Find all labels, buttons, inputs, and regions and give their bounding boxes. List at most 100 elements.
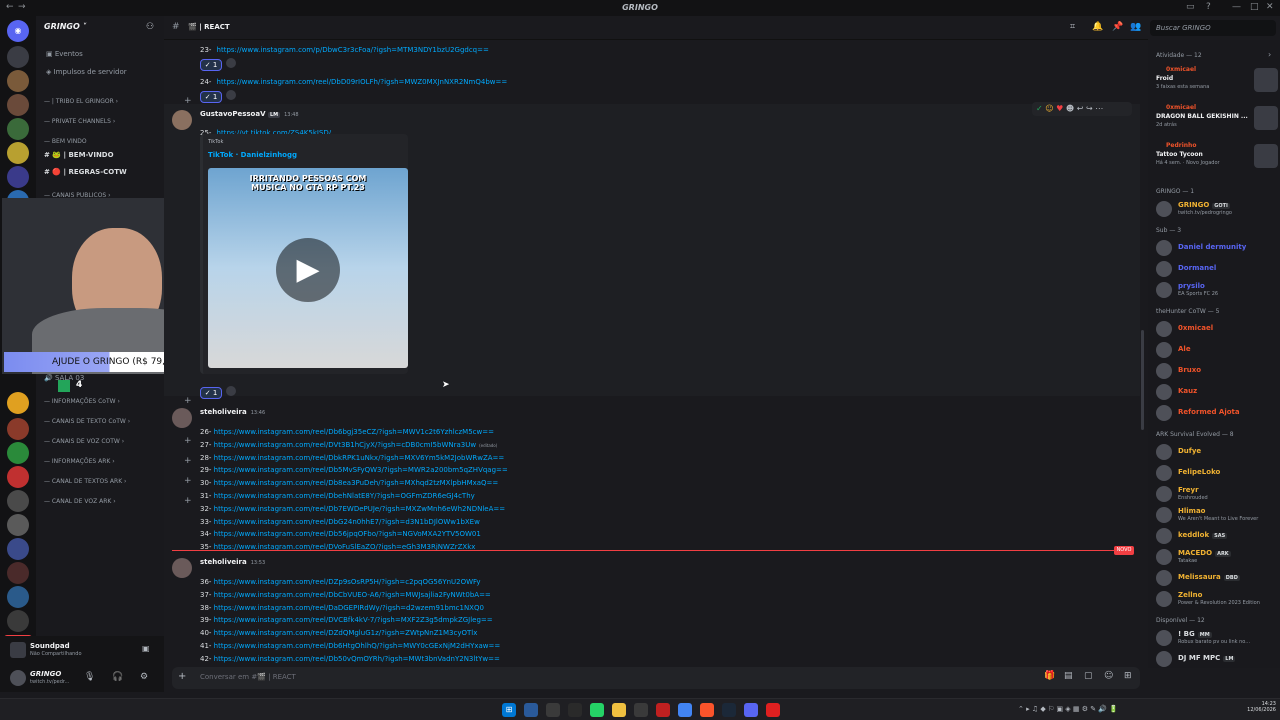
member-row[interactable]: Dufye (1156, 443, 1280, 461)
inbox-icon[interactable]: ▭ (1186, 2, 1195, 12)
avatar[interactable] (172, 558, 192, 578)
system-tray[interactable]: ⌃ ▸ ♫ ◆ ⚐ ▣ ◈ ▦ ⚙ ✎ 🔊 🔋 (1018, 705, 1118, 713)
apps-icon[interactable]: ⊞ (1124, 671, 1132, 681)
app-icon[interactable] (568, 703, 582, 717)
avatar[interactable] (172, 408, 192, 428)
gift-icon[interactable]: 🎁 (1044, 671, 1055, 681)
discord-icon[interactable] (744, 703, 758, 717)
help-icon[interactable]: ? (1206, 2, 1211, 12)
sidebar-item-impulsos[interactable]: ◈ Impulsos de servidor (46, 68, 127, 76)
member-row[interactable]: DJ MF MPC LM (1156, 650, 1280, 668)
member-list-icon[interactable]: 👥 (1130, 22, 1141, 32)
server-icon[interactable] (7, 610, 29, 632)
settings-gear-icon[interactable]: ⚙ (140, 672, 148, 682)
server-icon[interactable] (7, 538, 29, 560)
gif-icon[interactable]: ▤ (1064, 671, 1073, 681)
react-check-icon[interactable]: ✓ (1036, 104, 1043, 113)
chrome-icon[interactable] (678, 703, 692, 717)
message-author[interactable]: steholiveira 13:46 (200, 408, 265, 416)
message-author[interactable]: GustavoPessoaV LM 13:48 (200, 110, 299, 118)
app-icon[interactable] (634, 703, 648, 717)
reaction-check[interactable]: ✓ 1 (200, 91, 222, 103)
emoji-icon[interactable]: ☺ (1104, 671, 1113, 681)
app-icon[interactable] (766, 703, 780, 717)
server-icon[interactable] (7, 562, 29, 584)
app-icon[interactable] (546, 703, 560, 717)
member-row[interactable]: MACEDO ARK Tatakae (1156, 548, 1280, 566)
app-icon[interactable] (524, 703, 538, 717)
brave-icon[interactable] (700, 703, 714, 717)
add-reaction-icon[interactable] (226, 57, 236, 68)
search-input[interactable]: Buscar GRINGO (1150, 20, 1276, 36)
category-private[interactable]: — PRIVATE CHANNELS › (44, 118, 115, 125)
threads-icon[interactable]: ⌗ (1070, 22, 1075, 32)
member-row[interactable]: Daniel dermunity (1156, 239, 1280, 257)
scrollbar[interactable] (1141, 330, 1144, 430)
member-row[interactable]: prysilo EA Sports FC 26 (1156, 281, 1280, 299)
reaction-check[interactable]: ✓ 1 (200, 387, 222, 399)
member-row[interactable]: Hlimao We Aren't Meant to Live Forever (1156, 506, 1280, 524)
member-row[interactable]: Melissaura DBD (1156, 569, 1280, 587)
discord-home-icon[interactable]: ◉ (7, 20, 29, 42)
server-icon[interactable] (7, 514, 29, 536)
message-author[interactable]: steholiveira 13:53 (200, 558, 265, 566)
attach-plus-icon[interactable]: + (178, 671, 186, 682)
server-icon[interactable] (7, 166, 29, 188)
message-link[interactable]: https://www.instagram.com/reel/DbD09rIOL… (217, 78, 508, 86)
steam-icon[interactable] (722, 703, 736, 717)
embed-thumbnail[interactable]: IRRITANDO PESSOAS COM MUSICA NO GTA RP P… (208, 168, 408, 368)
server-icon[interactable] (7, 392, 29, 414)
member-row[interactable]: Dormanel (1156, 260, 1280, 278)
clock[interactable]: 14:23 12/06/2026 (1232, 701, 1276, 713)
activity-card[interactable]: Pedrinho Tattoo Tycoon Há 4 sem. · Novo Jo… (1156, 142, 1280, 176)
sidebar-item-eventos[interactable]: ▣ Eventos (46, 50, 83, 58)
channel-bem-vindo[interactable]: # 🐸 | BEM-VINDO (44, 151, 114, 159)
headphones-icon[interactable]: 🎧 (112, 672, 123, 682)
sticker-icon[interactable]: ▢ (1084, 671, 1093, 681)
message-link[interactable]: https://www.instagram.com/reel/Db50vQmOY… (214, 655, 500, 663)
member-row[interactable]: keddlok SAS (1156, 527, 1280, 545)
category-tribo[interactable]: — | TRIBO EL GRINGOR › (44, 98, 118, 105)
member-row[interactable]: Ale (1156, 341, 1280, 359)
folder-icon[interactable] (612, 703, 626, 717)
category-texto-ark[interactable]: — CANAL DE TEXTOS ARK › (44, 478, 126, 485)
message-input[interactable]: Conversar em #🎬 | REACT (200, 673, 296, 681)
category-voz-ark[interactable]: — CANAL DE VOZ ARK › (44, 498, 116, 505)
play-icon[interactable]: ▶ (276, 238, 340, 302)
member-row[interactable]: 0xmicael (1156, 320, 1280, 338)
forward-message-icon[interactable]: ↪ (1086, 104, 1093, 113)
activity-card[interactable]: 0xmicael Froid 3 faixas esta semana (1156, 66, 1280, 100)
notification-bell-icon[interactable]: 🔔 (1092, 22, 1103, 32)
more-icon[interactable]: ⋯ (1095, 104, 1103, 113)
message-link[interactable]: https://www.instagram.com/p/DbwC3r3cFoa/… (217, 46, 489, 54)
member-row[interactable]: GRINGO GOTI twitch.tv/pedrogringo (1156, 200, 1280, 218)
member-row[interactable]: Freyr Enshrouded (1156, 485, 1280, 503)
minimize-icon[interactable]: — (1232, 2, 1241, 12)
member-row[interactable]: Kauz (1156, 383, 1280, 401)
server-icon[interactable] (7, 490, 29, 512)
server-icon[interactable] (7, 142, 29, 164)
add-reaction-icon[interactable] (226, 89, 236, 100)
add-member-icon[interactable]: ⚇ (146, 22, 154, 32)
category-texto-cotw[interactable]: — CANAIS DE TEXTO CoTW › (44, 418, 130, 425)
member-row[interactable]: Bruxo (1156, 362, 1280, 380)
activity-card[interactable]: 0xmicael DRAGON BALL GEKISHIN ... 2d atrás (1156, 104, 1280, 138)
avatar[interactable] (10, 670, 26, 686)
server-name[interactable]: GRINGO ˅ (44, 22, 87, 31)
server-icon[interactable] (7, 46, 29, 68)
avatar[interactable] (172, 110, 192, 130)
add-reaction-icon[interactable] (226, 385, 236, 396)
chevron-right-icon[interactable]: › (1268, 50, 1271, 59)
reply-icon[interactable]: ↩ (1077, 104, 1084, 113)
microphone-icon[interactable]: 🎙 (84, 672, 95, 682)
category-info-ark[interactable]: — INFORMAÇÕES ARK › (44, 458, 115, 465)
server-icon[interactable] (7, 94, 29, 116)
windows-start-icon[interactable]: ⊞ (502, 703, 516, 717)
react-heart-icon[interactable]: ♥ (1056, 104, 1063, 113)
server-icon[interactable] (7, 442, 29, 464)
member-row[interactable]: FelipeLoko (1156, 464, 1280, 482)
server-icon[interactable] (7, 466, 29, 488)
channel-regras[interactable]: # 🔴 | REGRAS-COTW (44, 168, 127, 176)
app-icon[interactable] (656, 703, 670, 717)
category-voz-cotw[interactable]: — CANAIS DE VOZ COTW › (44, 438, 124, 445)
